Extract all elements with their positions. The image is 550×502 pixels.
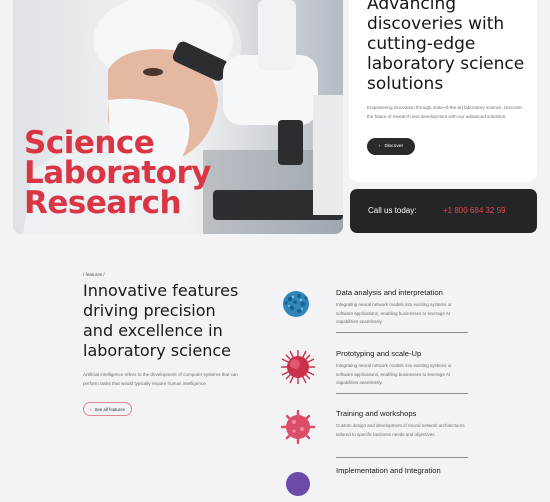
virus-icon: [286, 472, 310, 496]
features-title-line: and excellence in: [83, 321, 223, 340]
chevron-right-icon: ›: [378, 144, 381, 149]
call-label: Call us today:: [368, 206, 417, 215]
feature-title: Implementation and Integration: [336, 466, 441, 475]
divider: [336, 393, 468, 394]
features-title-line: laboratory science: [83, 341, 231, 360]
hero-heading: Advancing discoveries with cutting-edge …: [367, 0, 525, 94]
features-description: Artificial intelligence refers to the de…: [83, 372, 238, 386]
feature-text: Custom design and development of neural …: [336, 423, 465, 437]
divider: [336, 332, 468, 333]
discover-label: Discover: [384, 144, 404, 149]
feature-title: Data analysis and interpretation: [336, 288, 443, 297]
virus-icon: [280, 409, 316, 445]
feature-title: Training and workshops: [336, 409, 417, 418]
hero-title-line: Science: [24, 125, 155, 161]
hero-card: Advancing discoveries with cutting-edge …: [349, 0, 537, 182]
hero-title: Science Laboratory Research: [24, 125, 284, 221]
virus-icon: [281, 350, 315, 384]
see-all-features-button[interactable]: › See all features: [83, 402, 132, 416]
features-title-line: Innovative features: [83, 281, 239, 300]
feature-text: Integrating neural network models into e…: [336, 363, 452, 385]
features-title-line: driving precision: [83, 301, 216, 320]
feature-text: Integrating neural network models into e…: [336, 302, 452, 324]
call-card: Call us today: +1 800 684 32 59: [350, 189, 537, 233]
divider: [336, 457, 468, 458]
chevron-right-icon: ›: [90, 406, 92, 412]
hero-description: Empowering innovation through state-of-t…: [367, 105, 522, 119]
bacteria-icon: [283, 291, 309, 317]
section-tag: / features /: [83, 272, 105, 277]
discover-button[interactable]: › Discover: [367, 138, 415, 155]
feature-title: Prototyping and scale-Up: [336, 349, 422, 358]
phone-link[interactable]: +1 800 684 32 59: [443, 206, 506, 215]
see-all-features-label: See all features: [94, 406, 125, 412]
hero-title-line: Laboratory: [24, 155, 211, 191]
hero-title-line: Research: [24, 185, 182, 221]
features-title: Innovative features driving precision an…: [83, 281, 268, 361]
